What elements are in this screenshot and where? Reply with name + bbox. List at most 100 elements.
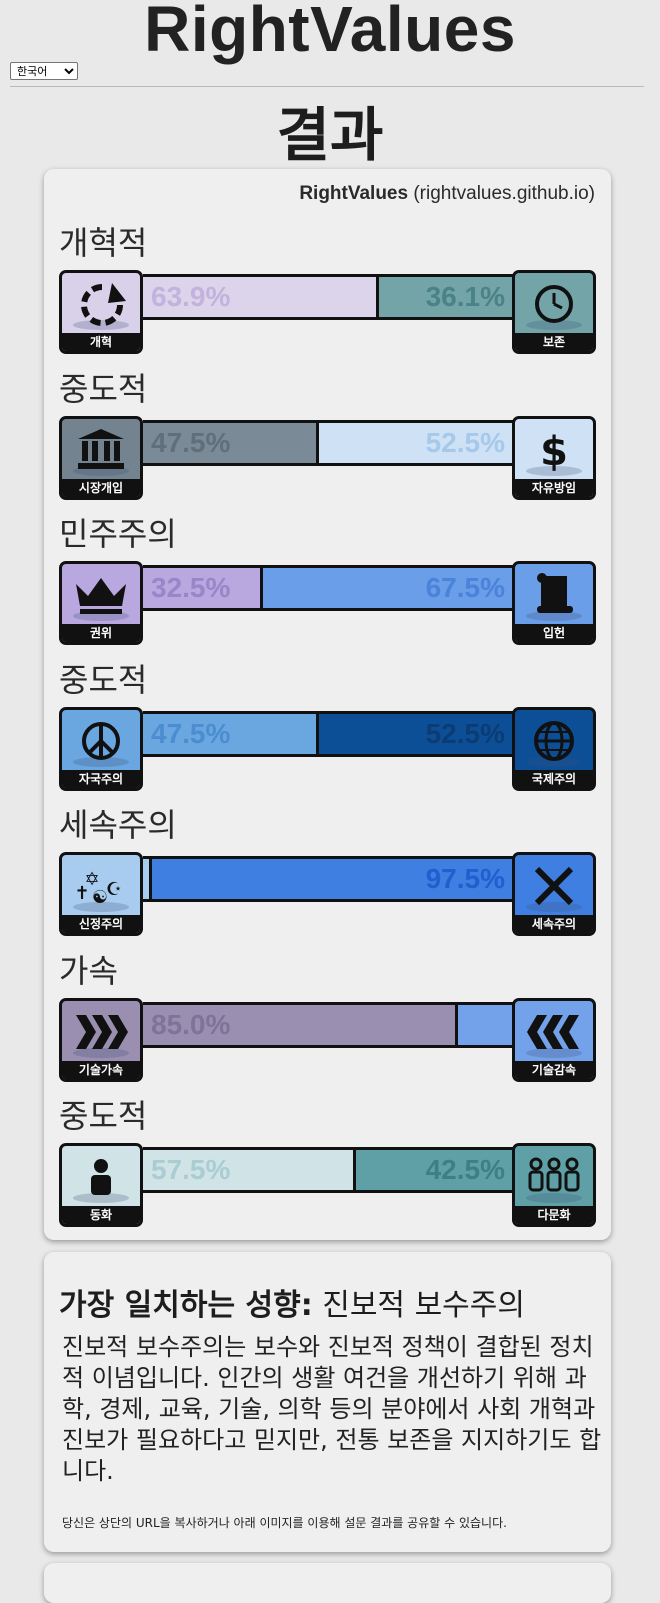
icon-caption: 권위 xyxy=(62,624,140,642)
left-bar-segment: 63.9% xyxy=(143,277,380,317)
page-title: 결과 xyxy=(276,101,384,169)
axis-row: 개혁적 63.9% 36.1% 개혁 보존 xyxy=(59,224,596,354)
icon-caption: 국제주의 xyxy=(515,769,593,788)
left-bar-segment: 47.5% xyxy=(143,713,319,754)
peace-icon xyxy=(73,721,129,767)
right-percent: 97.5% xyxy=(425,863,505,894)
icon-caption: 자국주의 xyxy=(62,769,140,788)
share-note: 당신은 상단의 URL을 복사하거나 아래 이미지를 이용해 설문 결과를 공유… xyxy=(62,1516,507,1530)
brand-name: RightValues xyxy=(299,183,409,204)
right-percent: 42.5% xyxy=(425,1154,505,1185)
icon-caption: 입헌 xyxy=(515,624,593,642)
dollar-icon: $ xyxy=(526,429,582,476)
svg-text:$: $ xyxy=(540,429,568,475)
axis-label: 중도적 xyxy=(59,369,148,408)
axis-label: 중도적 xyxy=(59,1097,148,1135)
right-axis-icon-box: 세속주의 xyxy=(512,852,596,936)
right-bar-segment: 97.5% xyxy=(152,859,513,899)
ideology-heading-label: 가장 일치하는 성향: xyxy=(59,1288,313,1323)
next-card xyxy=(44,1563,611,1603)
icon-caption: 신정주의 xyxy=(62,915,140,933)
left-percent: 85.0% xyxy=(151,1008,231,1040)
left-percent: 47.5% xyxy=(151,426,231,458)
left-axis-icon-box: ✡ ✝ ☯ ☪ 신정주의 xyxy=(59,852,143,936)
globe-icon xyxy=(526,720,582,767)
axis-row: 가속 85.0% 기술가속 기술감속 xyxy=(59,952,596,1082)
icon-caption: 개혁 xyxy=(62,333,140,351)
icon-caption: 시장개입 xyxy=(62,478,140,497)
cross-x-icon xyxy=(526,866,582,912)
left-bar-segment: 85.0% xyxy=(143,1004,458,1045)
icon-caption: 동화 xyxy=(62,1206,140,1224)
axis-row: 중도적 47.5% 52.5% 자국주의 국제주의 xyxy=(59,661,596,791)
right-bar-segment: 42.5% xyxy=(355,1150,513,1190)
axis-label: 중도적 xyxy=(59,660,148,699)
icon-caption: 기술가속 xyxy=(62,1060,140,1079)
left-axis-icon-box: 기술가속 xyxy=(59,997,143,1082)
right-percent: 52.5% xyxy=(425,717,505,749)
right-bar-segment: 36.1% xyxy=(379,277,513,317)
ideology-card: 가장 일치하는 성향: 진보적 보수주의 진보적 보수주의는 보수와 진보적 정… xyxy=(44,1252,611,1552)
chevrons-right-icon xyxy=(73,1014,129,1058)
scroll-icon xyxy=(526,573,582,621)
left-percent: 57.5% xyxy=(151,1154,231,1185)
left-axis-icon-box: 개혁 xyxy=(59,270,143,354)
header-divider xyxy=(10,86,644,87)
axis-label: 개혁적 xyxy=(59,224,148,262)
right-axis-icon-box: 입헌 xyxy=(512,561,596,645)
clock-icon xyxy=(526,285,582,330)
right-bar-segment: 52.5% xyxy=(318,713,513,754)
religious-symbols-icon: ✡✝ ☯☪ xyxy=(73,869,129,912)
left-axis-icon-box: 동화 xyxy=(59,1143,143,1227)
left-percent: 47.5% xyxy=(151,717,231,749)
brand-url: (rightvalues.github.io) xyxy=(413,183,595,204)
axis-bar: 47.5% 52.5% xyxy=(143,419,513,466)
icon-caption: 세속주의 xyxy=(515,915,593,933)
axis-bar: 97.5% xyxy=(143,856,513,902)
axis-bar: 32.5% 67.5% xyxy=(143,565,513,611)
right-percent: 67.5% xyxy=(425,572,505,603)
right-axis-icon-box: 다문화 xyxy=(512,1143,596,1227)
axis-bar: 85.0% xyxy=(143,1001,513,1048)
reform-arrow-icon xyxy=(73,283,129,330)
results-card: RightValues (rightvalues.github.io) 개혁적 6… xyxy=(44,169,611,1240)
group-people-icon xyxy=(526,1157,582,1203)
government-building-icon xyxy=(73,428,129,476)
left-bar-segment: 47.5% xyxy=(143,422,319,463)
left-bar-segment xyxy=(143,859,153,899)
left-axis-icon-box: 권위 xyxy=(59,561,143,645)
axis-label: 가속 xyxy=(59,951,118,990)
axis-bar: 63.9% 36.1% xyxy=(143,274,513,320)
axis-bar: 47.5% 52.5% xyxy=(143,710,513,757)
icon-caption: 다문화 xyxy=(515,1206,593,1224)
left-percent: 63.9% xyxy=(151,281,231,312)
person-icon xyxy=(73,1159,129,1203)
right-axis-icon-box: 국제주의 xyxy=(512,706,596,791)
axis-row: 세속주의 97.5% ✡ ✝ ☯ ☪ 신정주의 세속주의 xyxy=(59,806,596,936)
language-select[interactable]: 한국어 xyxy=(10,62,78,80)
right-bar-segment: 67.5% xyxy=(263,568,513,608)
right-bar-segment: 52.5% xyxy=(318,422,513,463)
left-percent: 32.5% xyxy=(151,572,231,603)
ideology-description: 진보적 보수주의는 보수와 진보적 정책이 결합된 정치적 이념입니다. 인간의… xyxy=(62,1333,602,1485)
axis-row: 중도적 57.5% 42.5% 동화 다문화 xyxy=(59,1097,596,1227)
ideology-name: 진보적 보수주의 xyxy=(322,1288,525,1323)
brand-watermark: RightValues (rightvalues.github.io) xyxy=(299,183,595,205)
svg-text:☪: ☪ xyxy=(106,879,122,900)
icon-caption: 자유방임 xyxy=(515,478,593,497)
icon-caption: 기술감속 xyxy=(515,1060,593,1079)
axis-label: 민주주의 xyxy=(59,515,177,553)
left-bar-segment: 32.5% xyxy=(143,568,264,608)
left-axis-icon-box: 시장개입 xyxy=(59,415,143,500)
axis-bar: 57.5% 42.5% xyxy=(143,1147,513,1193)
ideology-heading: 가장 일치하는 성향: 진보적 보수주의 xyxy=(59,1280,525,1324)
left-axis-icon-box: 자국주의 xyxy=(59,706,143,791)
right-axis-icon-box: 기술감속 xyxy=(512,997,596,1082)
site-title: RightValues xyxy=(144,0,516,65)
crown-icon xyxy=(73,578,129,621)
axis-row: 민주주의 32.5% 67.5% 권위 입헌 xyxy=(59,515,596,645)
right-axis-icon-box: 보존 xyxy=(512,270,596,354)
left-bar-segment: 57.5% xyxy=(143,1150,356,1190)
chevrons-left-icon xyxy=(526,1014,582,1058)
axis-row: 중도적 47.5% 52.5% 시장개입 $ 자유방임 xyxy=(59,370,596,500)
